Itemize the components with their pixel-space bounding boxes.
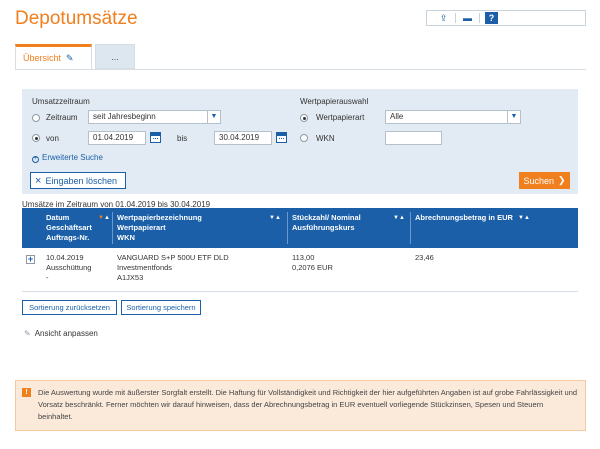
header-line: Stückzahl/ Nominal [292,213,361,222]
cell-stueckzahl: 113,00 0,2076 EUR [292,253,406,273]
header-line: Wertpapierbezeichnung [117,213,202,222]
row-amount: 23,46 [415,253,434,262]
warning-icon: ! [22,388,31,397]
extended-search-link[interactable]: + Erweiterte Suche [32,153,103,163]
print-icon[interactable]: ▬ [461,12,474,24]
tab-divider [15,69,586,70]
row-order-number: - [46,273,49,282]
sort-icon[interactable]: ▼▲ [518,213,530,223]
row-security-type: Investmentfonds [117,263,173,272]
von-label: von [46,134,59,143]
disclaimer-notice: ! Die Auswertung wurde mit äußerster Sor… [15,380,586,431]
row-security-name: VANGUARD S+P 500U ETF DLD [117,253,229,262]
radio-zeitraum[interactable] [32,114,40,122]
plus-icon: + [32,156,39,163]
toolbar-divider [479,13,480,23]
extended-search-label: Erweiterte Suche [42,153,103,162]
adjust-view-link[interactable]: ✎ Ansicht anpassen [24,329,98,338]
table-row: + 10.04.2019 Ausschüttung - VANGUARD S+P… [22,248,578,292]
page-toolbar: ⇪ ▬ ? [426,10,586,26]
adjust-view-label: Ansicht anpassen [34,329,98,338]
radio-von[interactable] [32,134,40,142]
export-icon[interactable]: ⇪ [437,12,450,24]
zeitraum-value: seit Jahresbeginn [93,112,156,121]
toolbar-divider [455,13,456,23]
zeitraum-label: Zeitraum [46,113,78,122]
row-price: 0,2076 EUR [292,263,333,272]
cell-abrechnungsbetrag: 23,46 [415,253,565,263]
disclaimer-text: Die Auswertung wurde mit äußerster Sorgf… [38,388,578,421]
wertpapierart-label: Wertpapierart [316,113,365,122]
search-button[interactable]: Suchen ❯ [519,172,570,189]
filter-panel: Umsatzzeitraum Zeitraum seit Jahresbegin… [22,89,578,194]
zeitraum-select[interactable]: seit Jahresbeginn ▼ [88,110,221,124]
header-line: Wertpapierart [117,223,166,232]
wkn-input[interactable] [385,131,442,145]
chevron-down-icon: ▼ [207,111,220,123]
page-title: Depotumsätze [15,8,138,29]
sort-icon[interactable]: ▼▲ [98,213,110,223]
header-line: Abrechnungsbetrag in EUR [415,213,513,222]
search-label: Suchen [523,175,554,186]
von-date-field[interactable]: 01.04.2019 [88,131,146,145]
pencil-icon[interactable]: ✎ [66,53,74,64]
column-header-wertpapier[interactable]: Wertpapierbezeichnung Wertpapierart WKN … [117,213,282,243]
wertpapierart-value: Alle [390,112,404,121]
wkn-label: WKN [316,134,335,143]
row-date: 10.04.2019 [46,253,84,262]
column-divider [287,212,288,244]
column-divider [410,212,411,244]
tab-uebersicht[interactable]: Übersicht ✎ [15,44,92,69]
expand-row-icon[interactable]: + [26,255,35,264]
chevron-down-icon: ▼ [507,111,520,123]
row-type: Ausschüttung [46,263,92,272]
bis-date-field[interactable]: 30.04.2019 [214,131,272,145]
row-quantity: 113,00 [292,253,315,262]
help-icon[interactable]: ? [485,12,498,24]
cell-wertpapier: VANGUARD S+P 500U ETF DLD Investmentfond… [117,253,282,283]
tab-more[interactable]: ... [95,44,135,69]
calendar-icon[interactable] [276,132,287,143]
table-header: Datum Geschäftsart Auftrags-Nr. ▼▲ Wertp… [22,208,578,248]
chevron-right-icon: ❯ [557,175,566,185]
tab-label: Übersicht [23,53,62,63]
column-header-datum[interactable]: Datum Geschäftsart Auftrags-Nr. ▼▲ [46,213,110,243]
bis-label: bis [177,134,188,143]
section-label-umsatzzeitraum: Umsatzzeitraum [32,97,90,106]
column-divider [112,212,113,244]
header-line: WKN [117,233,135,242]
reset-sort-button[interactable]: Sortierung zurücksetzen [22,300,117,315]
pencil-icon: ✎ [24,329,31,338]
radio-wkn[interactable] [300,134,308,142]
header-line: Auftrags-Nr. [46,233,90,242]
header-line: Geschäftsart [46,223,92,232]
clear-inputs-button[interactable]: × Eingaben löschen [30,172,126,189]
column-header-abrechnungsbetrag[interactable]: Abrechnungsbetrag in EUR ▼▲ [415,213,565,223]
column-header-stueckzahl[interactable]: Stückzahl/ Nominal Ausführungskurs ▼▲ [292,213,406,233]
close-icon: × [35,174,42,187]
save-sort-button[interactable]: Sortierung speichern [121,300,201,315]
calendar-icon[interactable] [150,132,161,143]
row-wkn: A1JX53 [117,273,144,282]
radio-wertpapierart[interactable] [300,114,308,122]
wertpapierart-select[interactable]: Alle ▼ [385,110,521,124]
header-line: Ausführungskurs [292,223,355,232]
sort-icon[interactable]: ▼▲ [393,213,405,223]
sort-icon[interactable]: ▼▲ [269,213,281,223]
cell-datum: 10.04.2019 Ausschüttung - [46,253,110,283]
clear-inputs-label: Eingaben löschen [45,175,117,186]
section-label-wertpapierauswahl: Wertpapierauswahl [300,97,369,106]
